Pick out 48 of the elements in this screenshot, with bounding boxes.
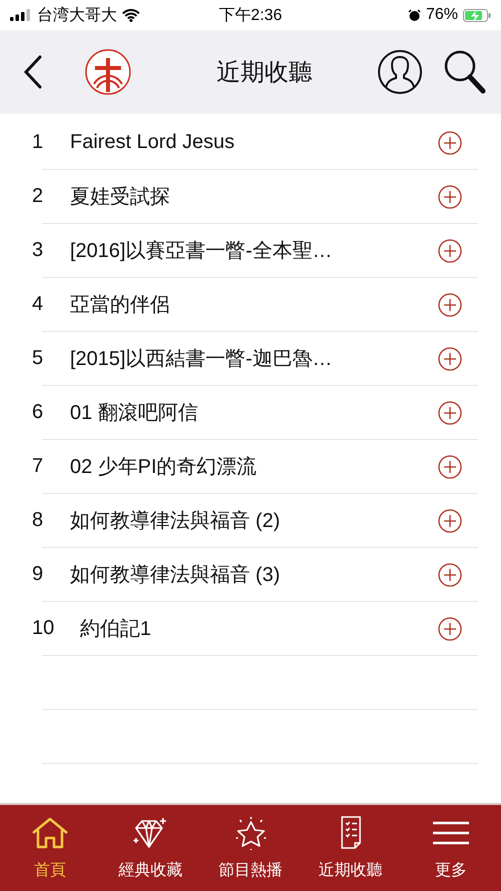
track-title[interactable]: [2016]以賽亞書一瞥-全本聖… xyxy=(70,237,438,264)
battery-percent: 76% xyxy=(426,6,458,24)
carrier-name: 台湾大哥大 xyxy=(37,6,117,26)
wifi-icon xyxy=(122,8,140,22)
add-icon[interactable] xyxy=(438,292,462,316)
track-title[interactable]: 如何教導律法與福音 (3) xyxy=(70,561,438,588)
item-number: 5 xyxy=(32,347,44,370)
track-title[interactable]: 亞當的伴侶 xyxy=(70,291,438,318)
add-icon[interactable] xyxy=(438,562,462,586)
item-number: 9 xyxy=(32,563,44,586)
add-icon[interactable] xyxy=(438,508,462,532)
track-title[interactable]: 如何教導律法與福音 (2) xyxy=(70,507,438,534)
item-number: 1 xyxy=(32,131,44,154)
add-icon[interactable] xyxy=(438,238,462,262)
item-number: 7 xyxy=(32,455,44,478)
track-title[interactable]: 夏娃受試探 xyxy=(70,183,438,210)
item-number: 8 xyxy=(32,509,44,532)
page-title: 近期收聽 xyxy=(216,58,314,88)
clock-time: 下午2:36 xyxy=(218,6,284,26)
add-icon[interactable] xyxy=(438,346,462,370)
battery-charging-icon xyxy=(462,8,491,22)
logo-icon xyxy=(84,48,132,96)
track-title[interactable]: 約伯記1 xyxy=(80,615,438,642)
tab-item[interactable]: 節目熱播 xyxy=(200,805,301,891)
track-title[interactable]: 02 少年PI的奇幻漂流 xyxy=(70,453,438,480)
item-number: 4 xyxy=(32,293,44,316)
item-number: 6 xyxy=(32,401,44,424)
add-icon[interactable] xyxy=(438,454,462,478)
tab-item[interactable]: 經典收藏 xyxy=(100,805,200,891)
signal-icon xyxy=(10,9,32,21)
alarm-icon xyxy=(408,8,421,22)
item-number: 10 xyxy=(32,617,56,640)
tab-item[interactable]: 更多 xyxy=(400,805,501,891)
search-icon[interactable] xyxy=(443,49,487,95)
back-button[interactable] xyxy=(22,54,44,90)
add-icon[interactable] xyxy=(438,400,462,424)
home-icon xyxy=(30,816,70,850)
item-number: 3 xyxy=(32,239,44,262)
add-icon[interactable] xyxy=(438,184,462,208)
track-title[interactable]: 01 翻滾吧阿信 xyxy=(70,399,438,426)
profile-icon[interactable] xyxy=(377,49,423,95)
add-icon[interactable] xyxy=(438,616,462,640)
tab-item[interactable]: 首頁 xyxy=(0,805,100,891)
track-title[interactable]: [2015]以西結書一瞥-迦巴魯… xyxy=(70,345,438,372)
tab-item[interactable]: 近期收聽 xyxy=(300,805,401,891)
item-number: 2 xyxy=(32,185,44,208)
track-title[interactable]: Fairest Lord Jesus xyxy=(70,131,438,154)
add-icon[interactable] xyxy=(438,130,462,154)
